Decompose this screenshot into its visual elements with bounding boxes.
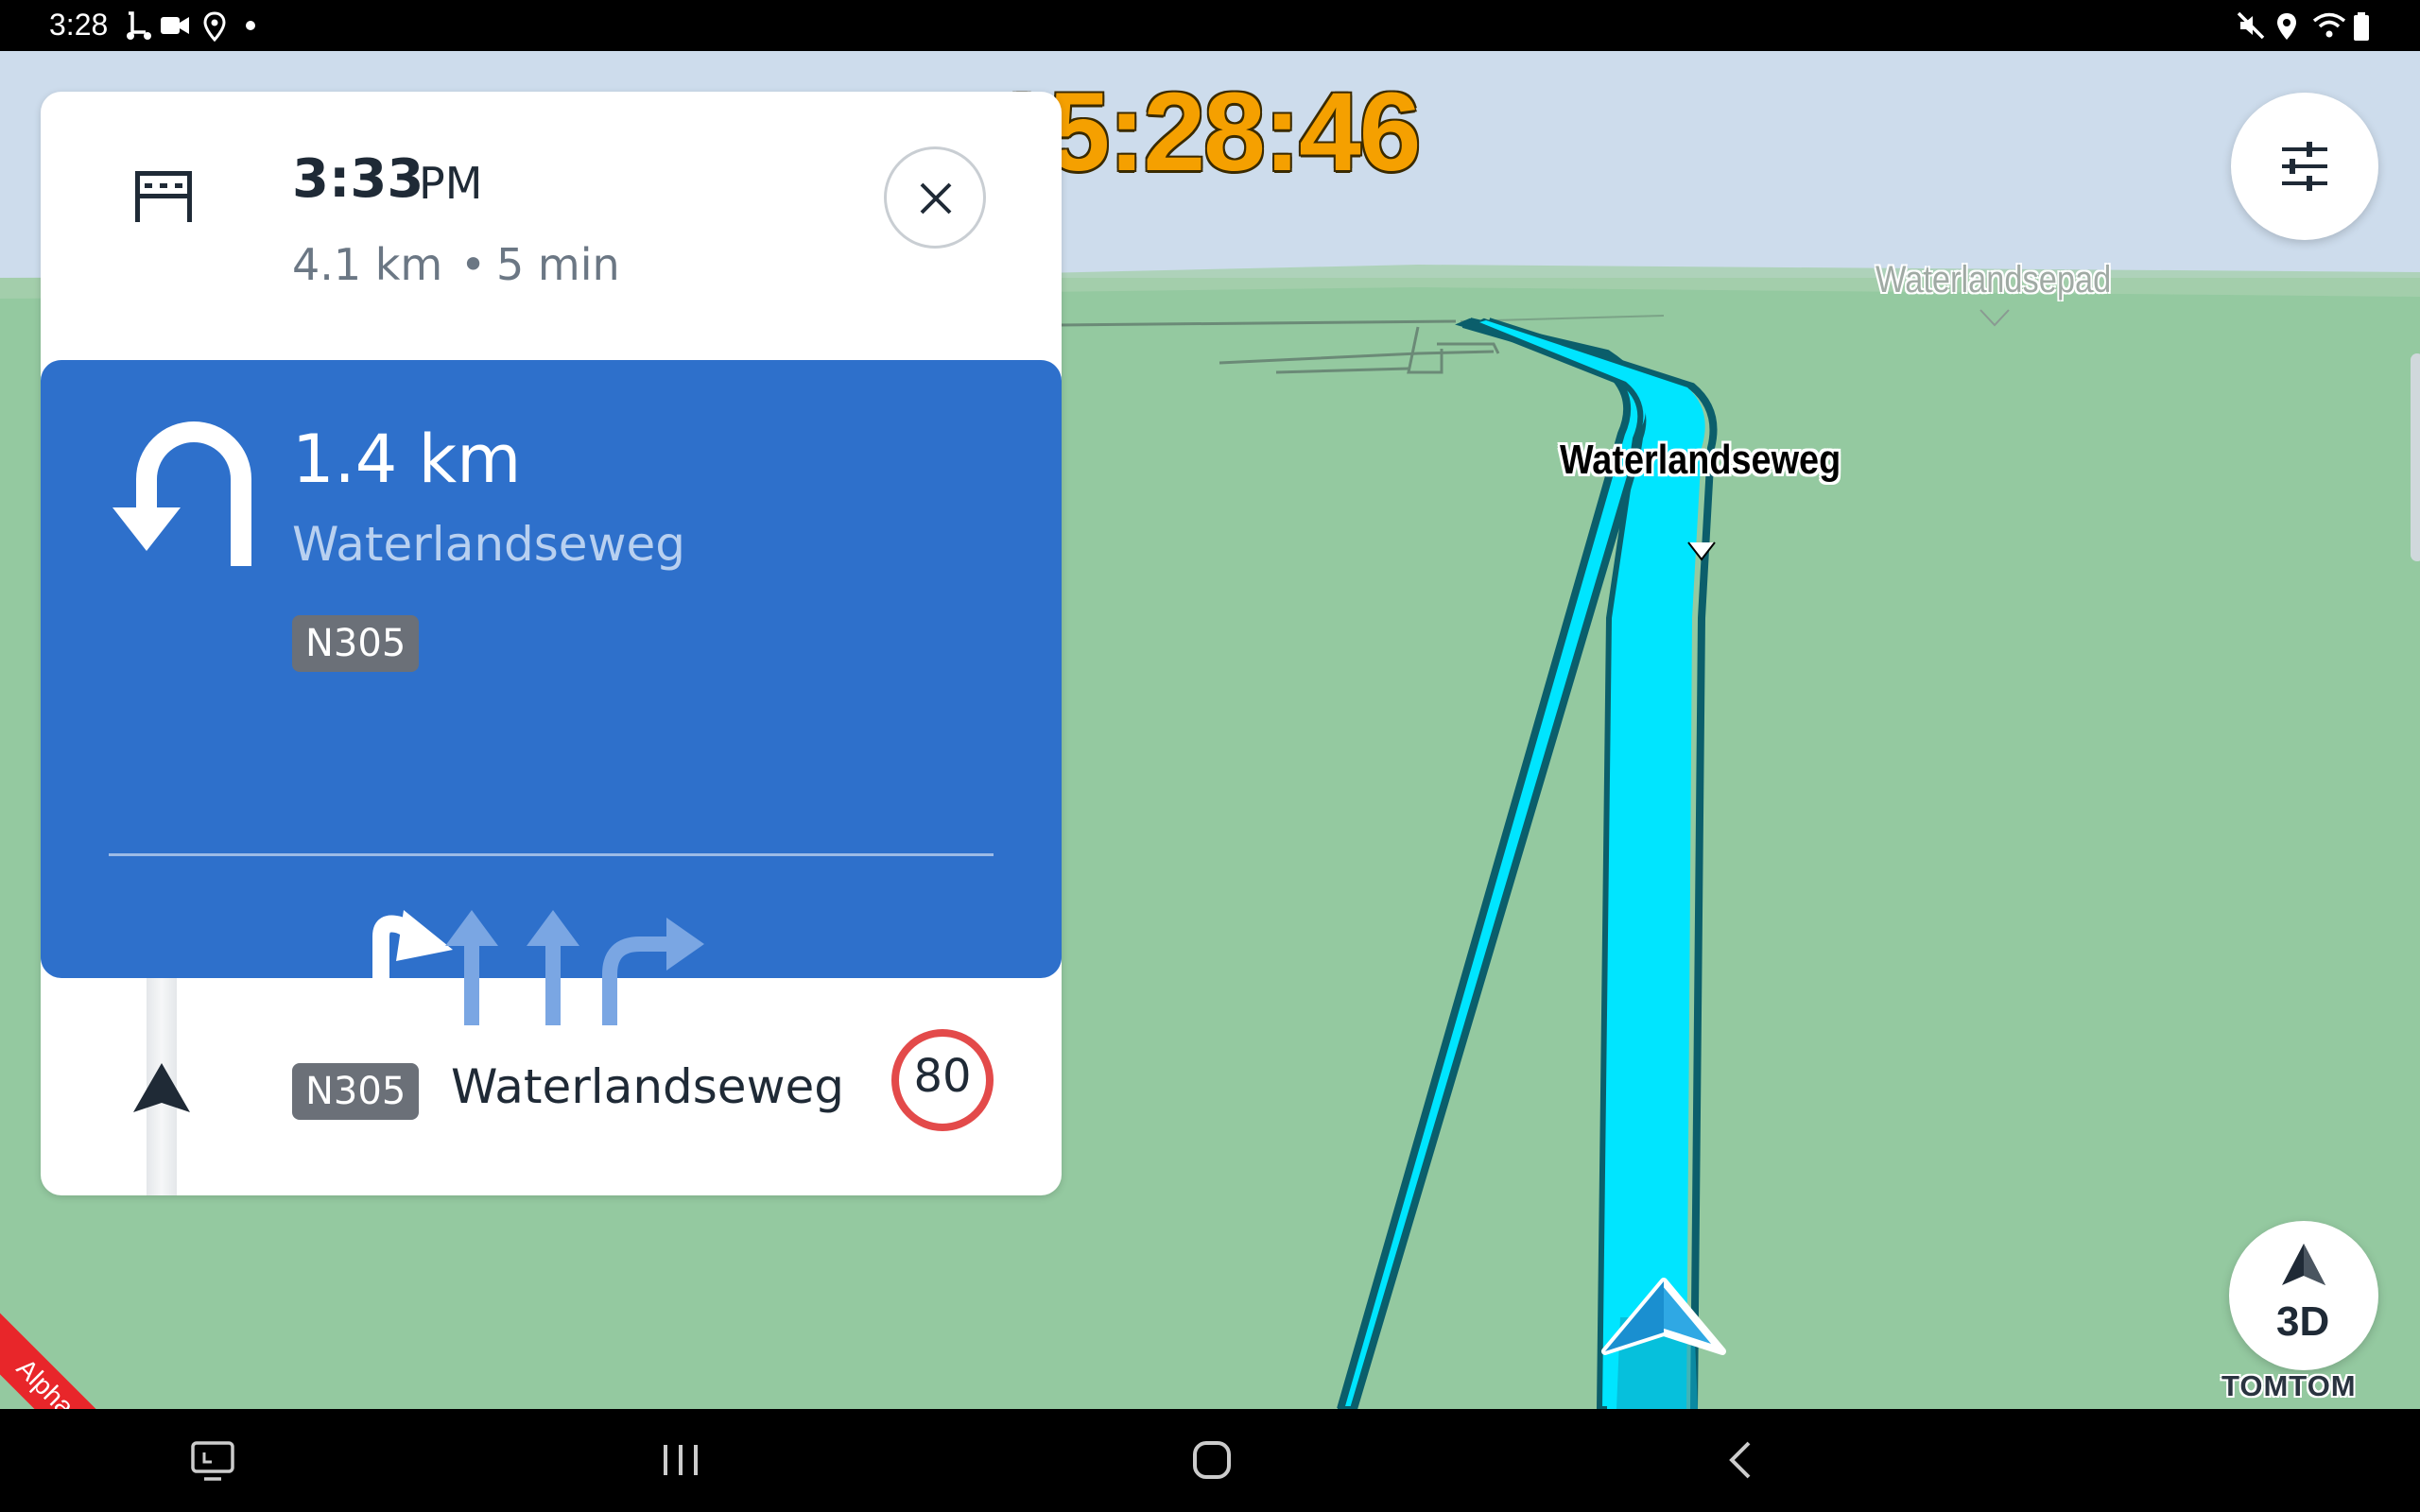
- video-icon: [161, 17, 189, 34]
- screen-recorder-icon[interactable]: [191, 1441, 234, 1481]
- status-time: 3:28: [49, 8, 109, 42]
- close-icon: [920, 182, 952, 215]
- wifi-icon: [2312, 12, 2346, 38]
- location-icon: [2277, 13, 2296, 40]
- view-mode-3d-button[interactable]: 3D: [2229, 1221, 2378, 1370]
- status-bar: 3:28: [0, 0, 2420, 51]
- speed-limit-value: 80: [913, 1050, 972, 1103]
- system-nav-bar: [0, 1409, 2420, 1512]
- guidance-panel: 3:33 PM 4.1 km • 5 min 1.4 km Waterlands…: [41, 92, 1062, 1195]
- tomtom-logo: TOMTOM: [2221, 1369, 2357, 1402]
- instruction-divider: [109, 853, 994, 856]
- scooter-icon: [127, 11, 151, 40]
- position-chevron-icon: [1601, 1278, 1726, 1355]
- speed-limit-sign: 80: [891, 1029, 994, 1131]
- dot-icon: [246, 21, 255, 30]
- eta-section[interactable]: 3:33 PM 4.1 km • 5 min: [41, 92, 1062, 360]
- compass-arrow-icon: [2282, 1244, 2325, 1285]
- position-arrow-icon: [133, 1063, 190, 1112]
- route-settings-button[interactable]: [2231, 93, 2378, 240]
- instruction-distance: 1.4 km: [292, 421, 522, 498]
- remaining-distance: 4.1 km: [292, 239, 443, 290]
- location-pin-icon: [203, 11, 226, 42]
- current-road-bar: N305 Waterlandseweg 80: [41, 978, 1062, 1195]
- instruction-road-badge: N305: [292, 615, 420, 672]
- battery-icon: [2354, 12, 2369, 41]
- map-label-waterlandsepad: Waterlandsepad: [1876, 259, 2112, 301]
- checkered-flag-icon: [135, 171, 192, 222]
- eta-ampm: PM: [419, 158, 483, 209]
- back-icon[interactable]: [1726, 1439, 1754, 1481]
- current-road-name: Waterlandseweg: [451, 1059, 844, 1114]
- eta-time: 3:33: [292, 148, 424, 210]
- remaining-duration: 5 min: [496, 239, 620, 290]
- eta-separator: •: [460, 239, 487, 290]
- mute-icon: [2237, 11, 2265, 40]
- u-turn-left-icon: [112, 421, 251, 566]
- home-icon[interactable]: [1191, 1439, 1233, 1481]
- sliders-icon: [2282, 142, 2327, 191]
- recent-apps-icon[interactable]: [660, 1441, 701, 1479]
- instruction-street: Waterlandseweg: [292, 517, 685, 572]
- view-mode-label: 3D: [2276, 1298, 2330, 1345]
- current-road-badge: N305: [292, 1063, 420, 1120]
- map-label-waterlandseweg: Waterlandseweg: [1560, 437, 1841, 483]
- close-route-button[interactable]: [884, 146, 986, 249]
- next-instruction[interactable]: 1.4 km Waterlandseweg N305: [41, 360, 1062, 1025]
